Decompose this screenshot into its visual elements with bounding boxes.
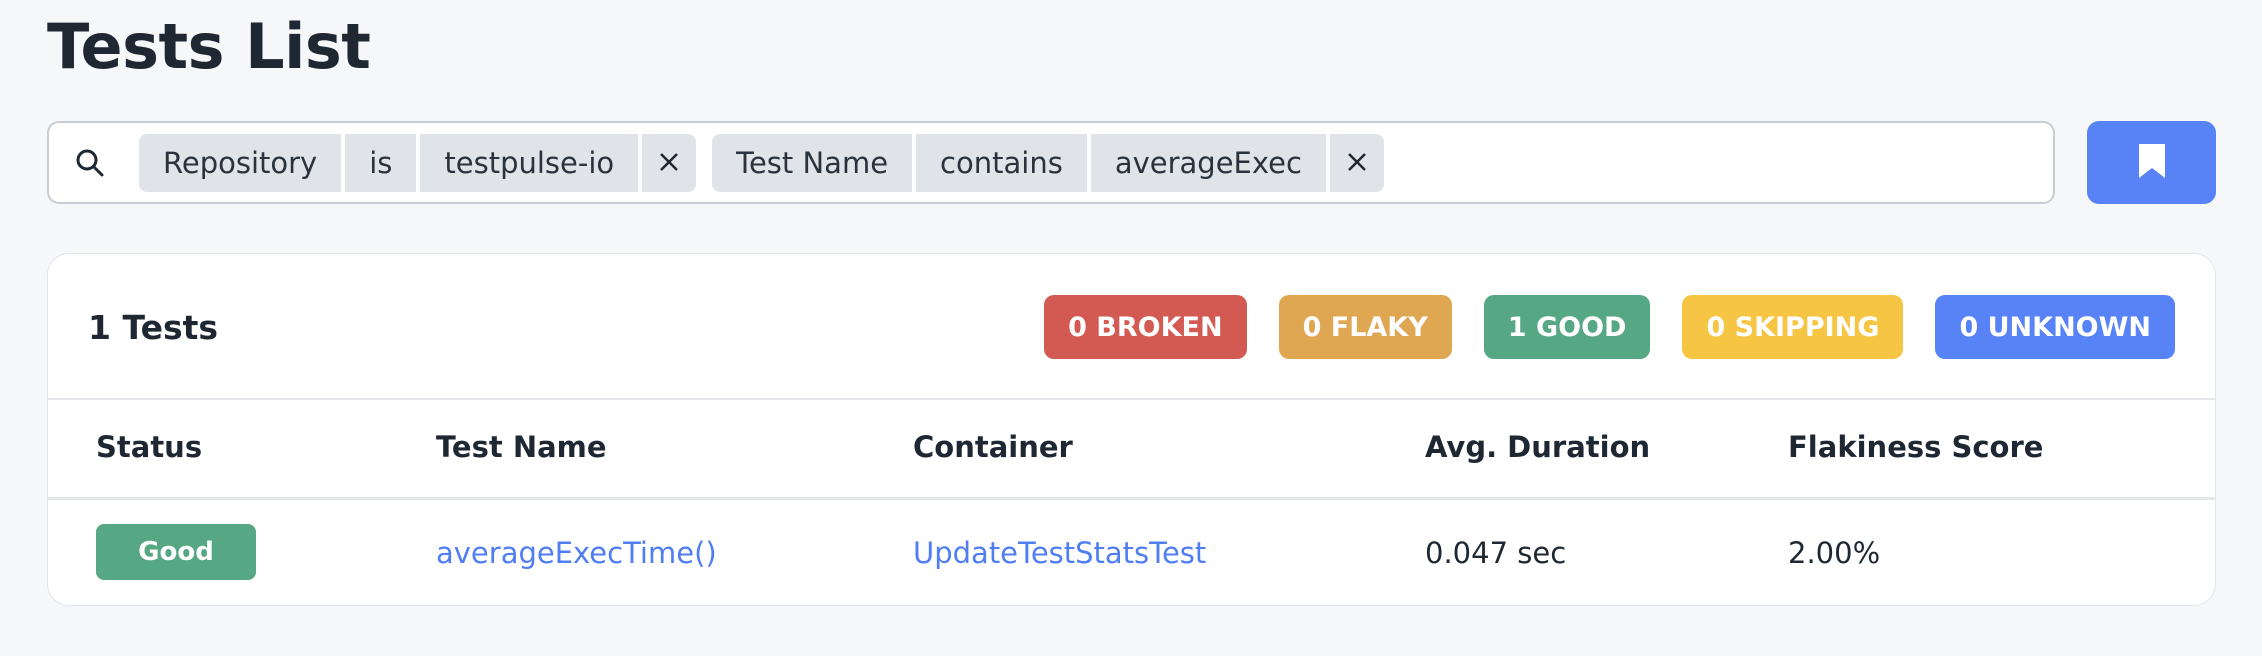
filter-operator-chip[interactable]: is bbox=[345, 133, 417, 192]
status-badges: 0 BROKEN 0 FLAKY 1 GOOD 0 SKIPPING 0 UNK… bbox=[1012, 295, 2175, 359]
remove-filter-button[interactable] bbox=[1329, 133, 1384, 192]
column-test-name[interactable]: Test Name bbox=[436, 430, 607, 464]
container-link[interactable]: UpdateTestStatsTest bbox=[913, 536, 1206, 570]
flaky-badge[interactable]: 0 FLAKY bbox=[1278, 295, 1452, 359]
close-icon bbox=[658, 146, 680, 180]
filter-field-chip[interactable]: Test Name bbox=[712, 133, 913, 192]
flakiness-value: 2.00% bbox=[1788, 536, 1881, 570]
filter-field-chip[interactable]: Repository bbox=[139, 133, 342, 192]
filter-value-chip[interactable]: averageExec bbox=[1090, 133, 1326, 192]
search-icon bbox=[73, 146, 107, 180]
tests-summary-header: 1 Tests 0 BROKEN 0 FLAKY 1 GOOD 0 SKIPPI… bbox=[48, 254, 2215, 400]
remove-filter-button[interactable] bbox=[642, 133, 697, 192]
filter-repository: Repository is testpulse-io bbox=[139, 133, 697, 192]
tests-count: 1 Tests bbox=[88, 308, 219, 347]
unknown-badge[interactable]: 0 UNKNOWN bbox=[1935, 295, 2175, 359]
avg-duration-value: 0.047 sec bbox=[1425, 536, 1567, 570]
filter-operator-chip[interactable]: contains bbox=[916, 133, 1087, 192]
filter-search-bar[interactable]: Repository is testpulse-io Test Name con… bbox=[47, 121, 2055, 204]
good-badge[interactable]: 1 GOOD bbox=[1483, 295, 1651, 359]
save-bookmark-button[interactable] bbox=[2087, 121, 2216, 204]
filter-test-name: Test Name contains averageExec bbox=[712, 133, 1384, 192]
column-flakiness-score[interactable]: Flakiness Score bbox=[1788, 430, 2043, 464]
test-name-link[interactable]: averageExecTime() bbox=[436, 536, 717, 570]
page-title: Tests List bbox=[47, 10, 371, 83]
status-badge: Good bbox=[96, 524, 256, 580]
table-header: Status Test Name Container Avg. Duration… bbox=[48, 400, 2215, 500]
skipping-badge[interactable]: 0 SKIPPING bbox=[1682, 295, 1904, 359]
close-icon bbox=[1346, 146, 1368, 180]
broken-badge[interactable]: 0 BROKEN bbox=[1044, 295, 1247, 359]
bookmark-icon bbox=[2137, 142, 2167, 184]
table-row: Good averageExecTime() UpdateTestStatsTe… bbox=[48, 500, 2215, 604]
tests-card: 1 Tests 0 BROKEN 0 FLAKY 1 GOOD 0 SKIPPI… bbox=[47, 253, 2216, 606]
column-avg-duration[interactable]: Avg. Duration bbox=[1425, 430, 1650, 464]
column-status[interactable]: Status bbox=[96, 430, 202, 464]
column-container[interactable]: Container bbox=[913, 430, 1073, 464]
filter-value-chip[interactable]: testpulse-io bbox=[420, 133, 639, 192]
